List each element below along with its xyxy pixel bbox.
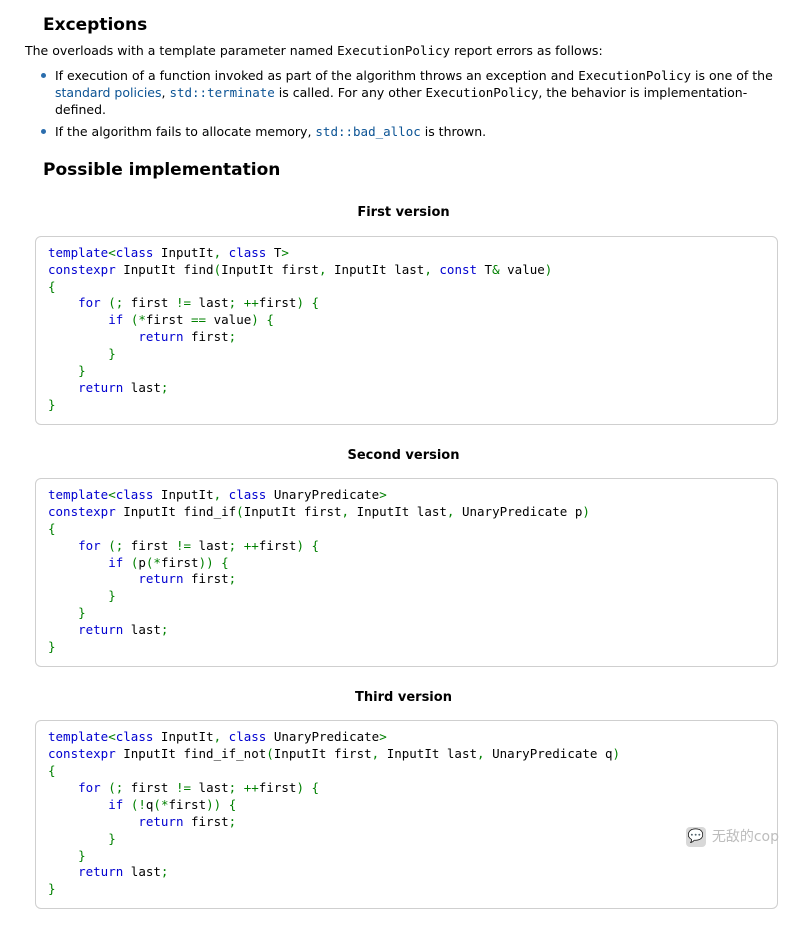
text: If the algorithm fails to allocate memor… (55, 124, 315, 139)
text: is thrown. (421, 124, 486, 139)
code-block: template<class InputIt, class UnaryPredi… (35, 478, 778, 667)
text: is called. For any other (275, 85, 426, 100)
intro-code: ExecutionPolicy (337, 43, 450, 58)
heading-exceptions: Exceptions (43, 14, 782, 37)
code-block: template<class InputIt, class UnaryPredi… (35, 720, 778, 909)
inline-code: ExecutionPolicy (426, 85, 539, 100)
list-item: If the algorithm fails to allocate memor… (41, 124, 782, 141)
version-title: Third version (25, 689, 782, 707)
list-item: If execution of a function invoked as pa… (41, 68, 782, 119)
link-standard-policies[interactable]: standard policies (55, 85, 162, 100)
text: If execution of a function invoked as pa… (55, 68, 578, 83)
intro-prefix: The overloads with a template parameter … (25, 43, 337, 58)
inline-code: ExecutionPolicy (578, 68, 691, 83)
code-block: template<class InputIt, class T> constex… (35, 236, 778, 425)
exceptions-list: If execution of a function invoked as pa… (41, 68, 782, 142)
heading-implementation: Possible implementation (43, 159, 782, 182)
intro-paragraph: The overloads with a template parameter … (25, 43, 782, 60)
version-title: First version (25, 204, 782, 222)
link-std-bad-alloc[interactable]: std::bad_alloc (315, 124, 420, 139)
link-std-terminate[interactable]: std::terminate (169, 85, 274, 100)
version-title: Second version (25, 447, 782, 465)
versions-container: First version template<class InputIt, cla… (25, 204, 782, 909)
intro-suffix: report errors as follows: (450, 43, 603, 58)
text: is one of the (691, 68, 773, 83)
